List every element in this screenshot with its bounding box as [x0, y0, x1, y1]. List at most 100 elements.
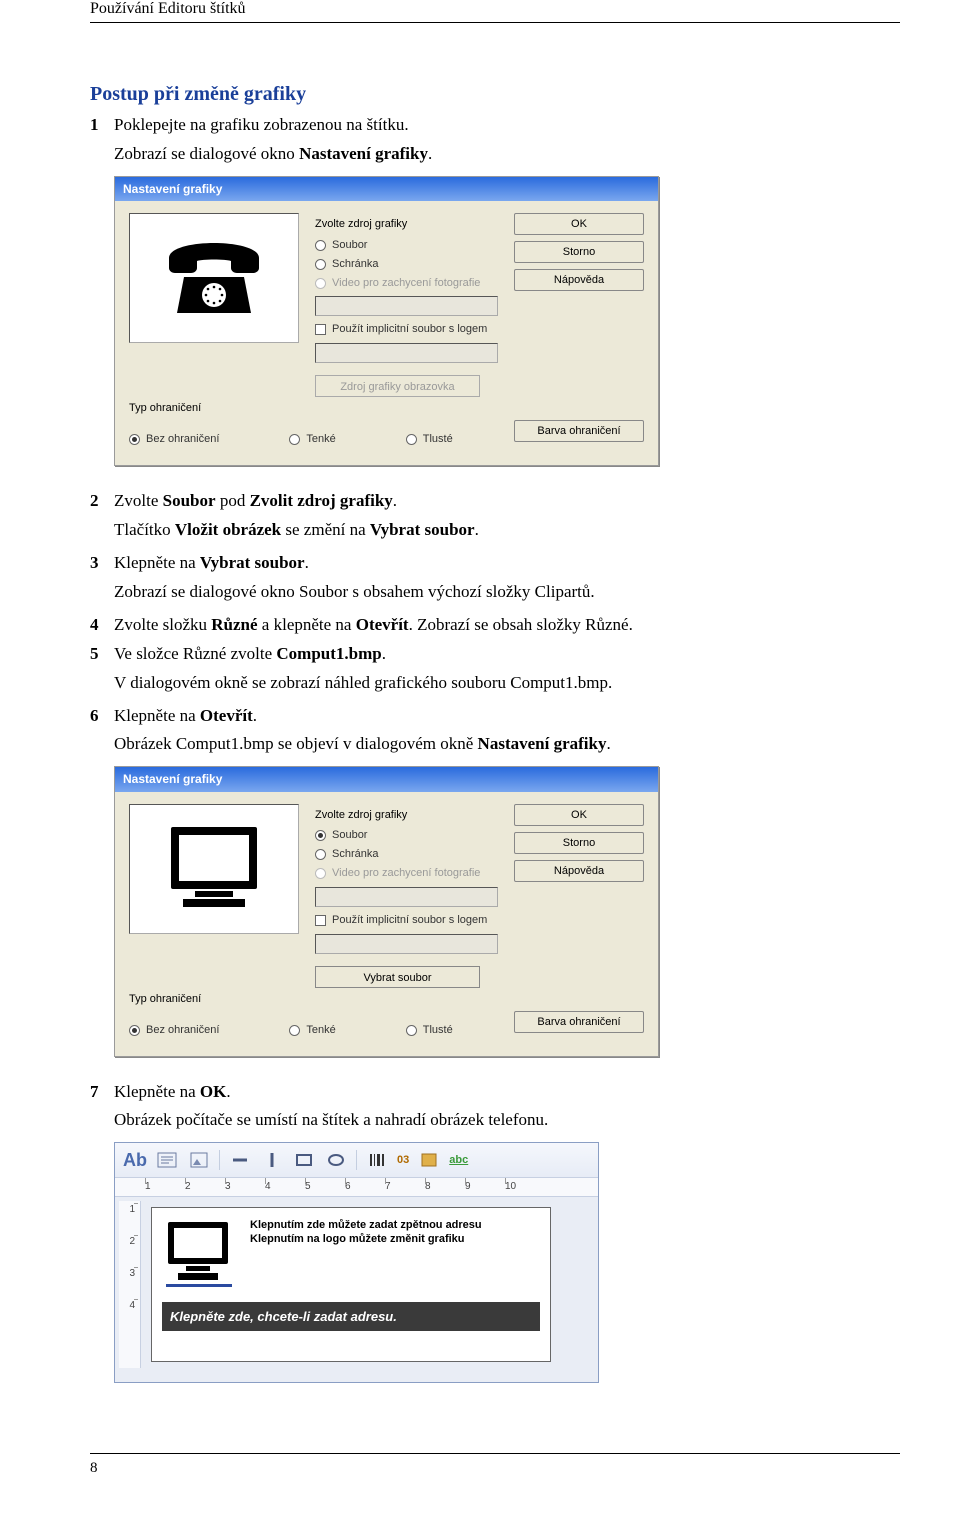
label: Soubor: [332, 238, 367, 253]
text: se změní na: [281, 520, 370, 539]
text: a klepněte na: [258, 615, 356, 634]
text: Zobrazí se dialogové okno: [114, 144, 299, 163]
barcode-tool[interactable]: [365, 1149, 389, 1171]
radio-file[interactable]: Soubor: [315, 828, 498, 843]
border-color-button[interactable]: Barva ohraničení: [514, 1011, 644, 1033]
ok-button[interactable]: OK: [514, 804, 644, 826]
running-head: Používání Editoru štítků: [90, 0, 900, 23]
help-button[interactable]: Nápověda: [514, 860, 644, 882]
radio-clipboard[interactable]: Schránka: [315, 257, 498, 272]
image-tool[interactable]: [187, 1149, 211, 1171]
ruler-mark: 3: [121, 1267, 138, 1299]
line-h-icon: [231, 1152, 249, 1168]
step-number: 4: [90, 614, 114, 637]
text: .: [382, 644, 386, 663]
ellipse-tool[interactable]: [324, 1149, 348, 1171]
radio-border-thin[interactable]: Tenké: [289, 1023, 335, 1038]
text-line: Klepnutím zde můžete zadat zpětnou adres…: [250, 1218, 482, 1232]
page-footer: 8: [90, 1453, 900, 1477]
step-6-sub: Obrázek Comput1.bmp se objeví v dialogov…: [114, 733, 900, 756]
dialog-title: Nastavení grafiky: [115, 767, 658, 791]
label: Bez ohraničení: [146, 432, 219, 447]
label-graphic[interactable]: [162, 1218, 240, 1288]
bold: Nastavení grafiky: [478, 734, 607, 753]
dialog-buttons: OK Storno Nápověda: [514, 213, 644, 397]
step-3-sub: Zobrazí se dialogové okno Soubor s obsah…: [114, 581, 900, 604]
step-body: Klepněte na Otevřít.: [114, 705, 900, 728]
border-color-button[interactable]: Barva ohraničení: [514, 420, 644, 442]
bold: Nastavení grafiky: [299, 144, 428, 163]
step-2: 2 Zvolte Soubor pod Zvolit zdroj grafiky…: [90, 490, 900, 513]
logo-path-input: [315, 934, 498, 954]
radio-border-thin[interactable]: Tenké: [289, 432, 335, 447]
dialog: Nastavení grafiky Zvolte zdro: [114, 176, 659, 466]
text-line: Klepnutím na logo můžete změnit grafiku: [250, 1232, 482, 1246]
rect-tool[interactable]: [292, 1149, 316, 1171]
ruler-mark: 5: [305, 1180, 345, 1194]
ruler-mark: 4: [121, 1299, 138, 1331]
dialog-options: Zvolte zdroj grafiky Soubor Schránka Vid…: [315, 217, 498, 397]
radio-file[interactable]: Soubor: [315, 238, 498, 253]
step-number: 6: [90, 705, 114, 728]
step-body: Klepněte na OK.: [114, 1081, 900, 1104]
label: Použít implicitní soubor s logem: [332, 322, 487, 337]
radio-video: Video pro zachycení fotografie: [315, 866, 498, 881]
line-h-tool[interactable]: [228, 1149, 252, 1171]
help-button[interactable]: Nápověda: [514, 269, 644, 291]
ruler-mark: 1: [145, 1180, 185, 1194]
select-source-button: Zdroj grafiky obrazovka: [315, 375, 480, 397]
select-file-button[interactable]: Vybrat soubor: [315, 966, 480, 988]
text: Klepněte na: [114, 1082, 200, 1101]
ellipse-icon: [327, 1152, 345, 1168]
label: Tenké: [306, 432, 335, 447]
label-text[interactable]: Klepnutím zde můžete zadat zpětnou adres…: [250, 1218, 482, 1247]
radio-border-none[interactable]: Bez ohraničení: [129, 1023, 219, 1038]
section-title: Postup při změně grafiky: [90, 83, 900, 106]
stamp-tool[interactable]: [417, 1149, 441, 1171]
step-1-sub: Zobrazí se dialogové okno Nastavení graf…: [114, 143, 900, 166]
editor-window: Ab 03 abc: [114, 1142, 599, 1383]
group-label: Zvolte zdroj grafiky: [315, 808, 498, 823]
separator: [219, 1150, 220, 1170]
curve-text-tool[interactable]: abc: [449, 1149, 468, 1171]
bold: Otevřít: [200, 706, 253, 725]
bold: Soubor: [163, 491, 216, 510]
text: Zvolte složku: [114, 615, 211, 634]
barcode-icon: [369, 1152, 385, 1168]
address-bar[interactable]: Klepněte zde, chcete-li zadat adresu.: [162, 1302, 540, 1332]
line-v-tool[interactable]: [260, 1149, 284, 1171]
ruler-mark: 4: [265, 1180, 305, 1194]
checkbox-logo[interactable]: Použít implicitní soubor s logem: [315, 913, 498, 928]
cancel-button[interactable]: Storno: [514, 241, 644, 263]
label-card[interactable]: Klepnutím zde můžete zadat zpětnou adres…: [151, 1207, 551, 1362]
label: Tenké: [306, 1023, 335, 1038]
step-number: 2: [90, 490, 114, 513]
label: Schránka: [332, 257, 378, 272]
text-tool[interactable]: Ab: [123, 1149, 147, 1171]
figure-editor: Ab 03 abc: [114, 1142, 900, 1383]
radio-border-none[interactable]: Bez ohraničení: [129, 432, 219, 447]
radio-clipboard[interactable]: Schránka: [315, 847, 498, 862]
text: .: [475, 520, 479, 539]
ruler-h: 1 2 3 4 5 6 7 8 9 10: [115, 1178, 598, 1197]
text: .: [393, 491, 397, 510]
address-tool[interactable]: [155, 1149, 179, 1171]
bold: Vybrat soubor: [370, 520, 475, 539]
step-3: 3 Klepněte na Vybrat soubor.: [90, 552, 900, 575]
radio-border-thick[interactable]: Tlusté: [406, 1023, 453, 1038]
monitor-icon: [162, 1218, 240, 1288]
step-7-sub: Obrázek počítače se umístí na štítek a n…: [114, 1109, 900, 1132]
figure-dialog-monitor: Nastavení grafiky Zvolte zdro: [114, 766, 900, 1056]
dialog-border-row: Typ ohraničení Bez ohraničení Tenké Tlus…: [129, 1002, 644, 1042]
ok-button[interactable]: OK: [514, 213, 644, 235]
radio-border-thick[interactable]: Tlusté: [406, 432, 453, 447]
cancel-button[interactable]: Storno: [514, 832, 644, 854]
label: Bez ohraničení: [146, 1023, 219, 1038]
checkbox-logo[interactable]: Použít implicitní soubor s logem: [315, 322, 498, 337]
dialog-preview: [129, 213, 299, 343]
dialog-buttons: OK Storno Nápověda: [514, 804, 644, 988]
bold: Comput1.bmp: [276, 644, 381, 663]
path-input: [315, 296, 498, 316]
ruler-mark: 9: [465, 1180, 505, 1194]
path-input: [315, 887, 498, 907]
